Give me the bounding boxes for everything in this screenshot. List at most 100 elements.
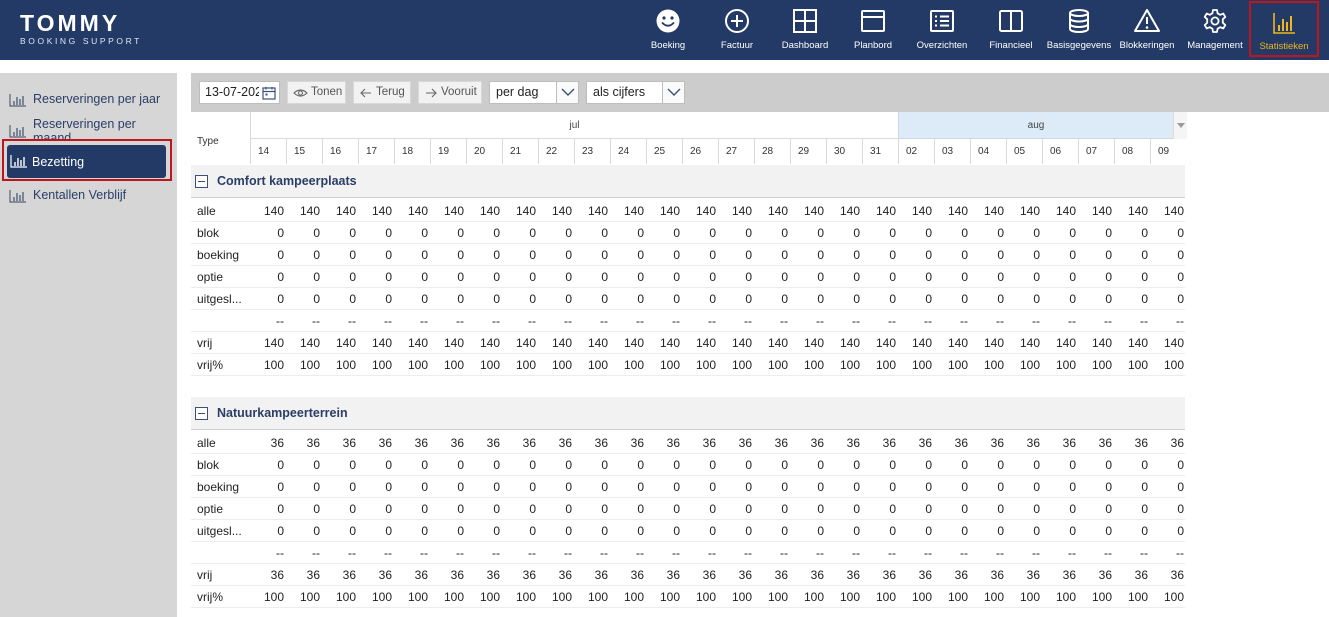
table-cell: 0 [493,524,500,538]
day-header-cell: 04 [970,139,1006,164]
header-scroll-button[interactable] [1173,112,1187,139]
logo-main-text: TOMMY [20,10,121,36]
table-cell: 36 [270,568,284,582]
table-cell: 0 [457,226,464,240]
period-value: per dag [496,85,539,99]
table-cell: 36 [522,436,536,450]
table-cell: 0 [961,270,968,284]
table-cell: 36 [702,568,716,582]
vooruit-button[interactable]: Vooruit [418,81,482,104]
table-row: uitgesl... 0 0 0 0 0 0 0 0 0 0 0 0 0 0 0 0 0 0 0 0 0 0 0 0 0 0 [191,288,1185,310]
table-cell: 0 [709,458,716,472]
tonen-button[interactable]: Tonen [287,81,346,104]
table-cell: -- [672,314,680,328]
day-header-cell: 25 [646,139,682,164]
table-cell: 0 [781,502,788,516]
table-cell: 140 [479,336,500,350]
table-cell: 0 [1033,270,1040,284]
collapse-toggle[interactable] [195,175,208,188]
dropdown-toggle[interactable] [556,82,578,103]
table-cell: 140 [407,204,428,218]
table-cell: -- [1068,546,1076,560]
tommy-logo[interactable]: TOMMY BOOKING SUPPORT [20,12,170,48]
type-column-header: Type [191,112,250,164]
nav-item-blokkeringen[interactable]: Blokkeringen [1118,0,1176,58]
table-cell: 140 [263,336,284,350]
table-cell: 0 [745,248,752,262]
day-header-cell: 29 [790,139,826,164]
table-cell: -- [456,314,464,328]
table-cell: 100 [731,358,752,372]
nav-item-factuur[interactable]: Factuur [710,0,764,58]
sidebar-item-kentallen-verblijf[interactable]: Kentallen Verblijf [8,185,170,207]
table-cell: 0 [889,292,896,306]
nav-item-statistieken[interactable]: Statistieken [1249,1,1319,57]
table-cell: -- [888,314,896,328]
day-header-cell: 20 [466,139,502,164]
nav-item-boeking[interactable]: Boeking [640,0,696,58]
table-cell: 0 [925,248,932,262]
table-cell: 36 [486,436,500,450]
bar-chart-icon [1273,13,1295,34]
table-row: -- -- -- -- -- -- -- -- -- -- -- -- -- -- -- -- -- -- -- --… [191,542,1185,564]
dropdown-toggle[interactable] [662,82,684,103]
table-cell: 0 [565,524,572,538]
table-cell: 140 [767,336,788,350]
nav-item-financieel[interactable]: Financieel [984,0,1038,58]
table-cell: 0 [1177,292,1184,306]
table-cell: 0 [997,270,1004,284]
nav-item-management[interactable]: Management [1185,0,1245,58]
table-cell: 140 [299,204,320,218]
period-select[interactable]: per dag [489,81,579,104]
table-cell: 36 [558,568,572,582]
format-select[interactable]: als cijfers [586,81,685,104]
sidebar-item-reserveringen-per-jaar[interactable]: Reserveringen per jaar [8,89,170,111]
table-cell: 140 [371,336,392,350]
table-cell: 140 [695,336,716,350]
nav-item-dashboard[interactable]: Dashboard [777,0,833,58]
table-cell: 36 [1026,436,1040,450]
table-cell: 0 [1141,292,1148,306]
table-cell: 0 [1177,248,1184,262]
terug-button[interactable]: Terug [353,81,411,104]
nav-item-planbord[interactable]: Planbord [846,0,900,58]
table-cell: -- [996,314,1004,328]
nav-label: Planbord [853,40,893,51]
table-cell: 140 [479,204,500,218]
table-cell: 0 [313,458,320,472]
warning-icon [1134,9,1160,32]
table-cell: 0 [421,292,428,306]
arrow-right-icon [426,88,437,98]
table-cell: -- [960,314,968,328]
date-field[interactable]: 13-07-2023 [199,81,280,104]
table-cell: 0 [709,292,716,306]
table-cell: 140 [1091,336,1112,350]
calendar-icon[interactable] [262,86,276,100]
table-cell: 0 [925,226,932,240]
collapse-toggle[interactable] [195,407,208,420]
day-header-cell: 16 [322,139,358,164]
table-cell: 100 [659,590,680,604]
table-cell: 100 [1163,358,1184,372]
table-cell: 0 [529,292,536,306]
nav-item-basisgegevens[interactable]: Basisgegevens [1046,0,1112,58]
table-cell: 36 [846,568,860,582]
table-cell: 0 [1033,480,1040,494]
table-cell: 0 [529,270,536,284]
table-cell: -- [1176,314,1184,328]
table-cell: 36 [810,568,824,582]
table-cell: 100 [299,358,320,372]
date-value: 13-07-2023 [205,85,259,99]
table-cell: 140 [911,336,932,350]
table-cell: 36 [1170,568,1184,582]
table-cell: 36 [630,436,644,450]
nav-item-overzichten[interactable]: Overzichten [912,0,972,58]
bar-chart-icon [9,190,26,203]
table-cell: 0 [817,480,824,494]
table-cell: 0 [781,292,788,306]
table-cell: 140 [587,204,608,218]
day-header-cell: 30 [826,139,862,164]
table-cell: 0 [565,480,572,494]
table-cell: 140 [875,336,896,350]
table-cell: 100 [551,590,572,604]
